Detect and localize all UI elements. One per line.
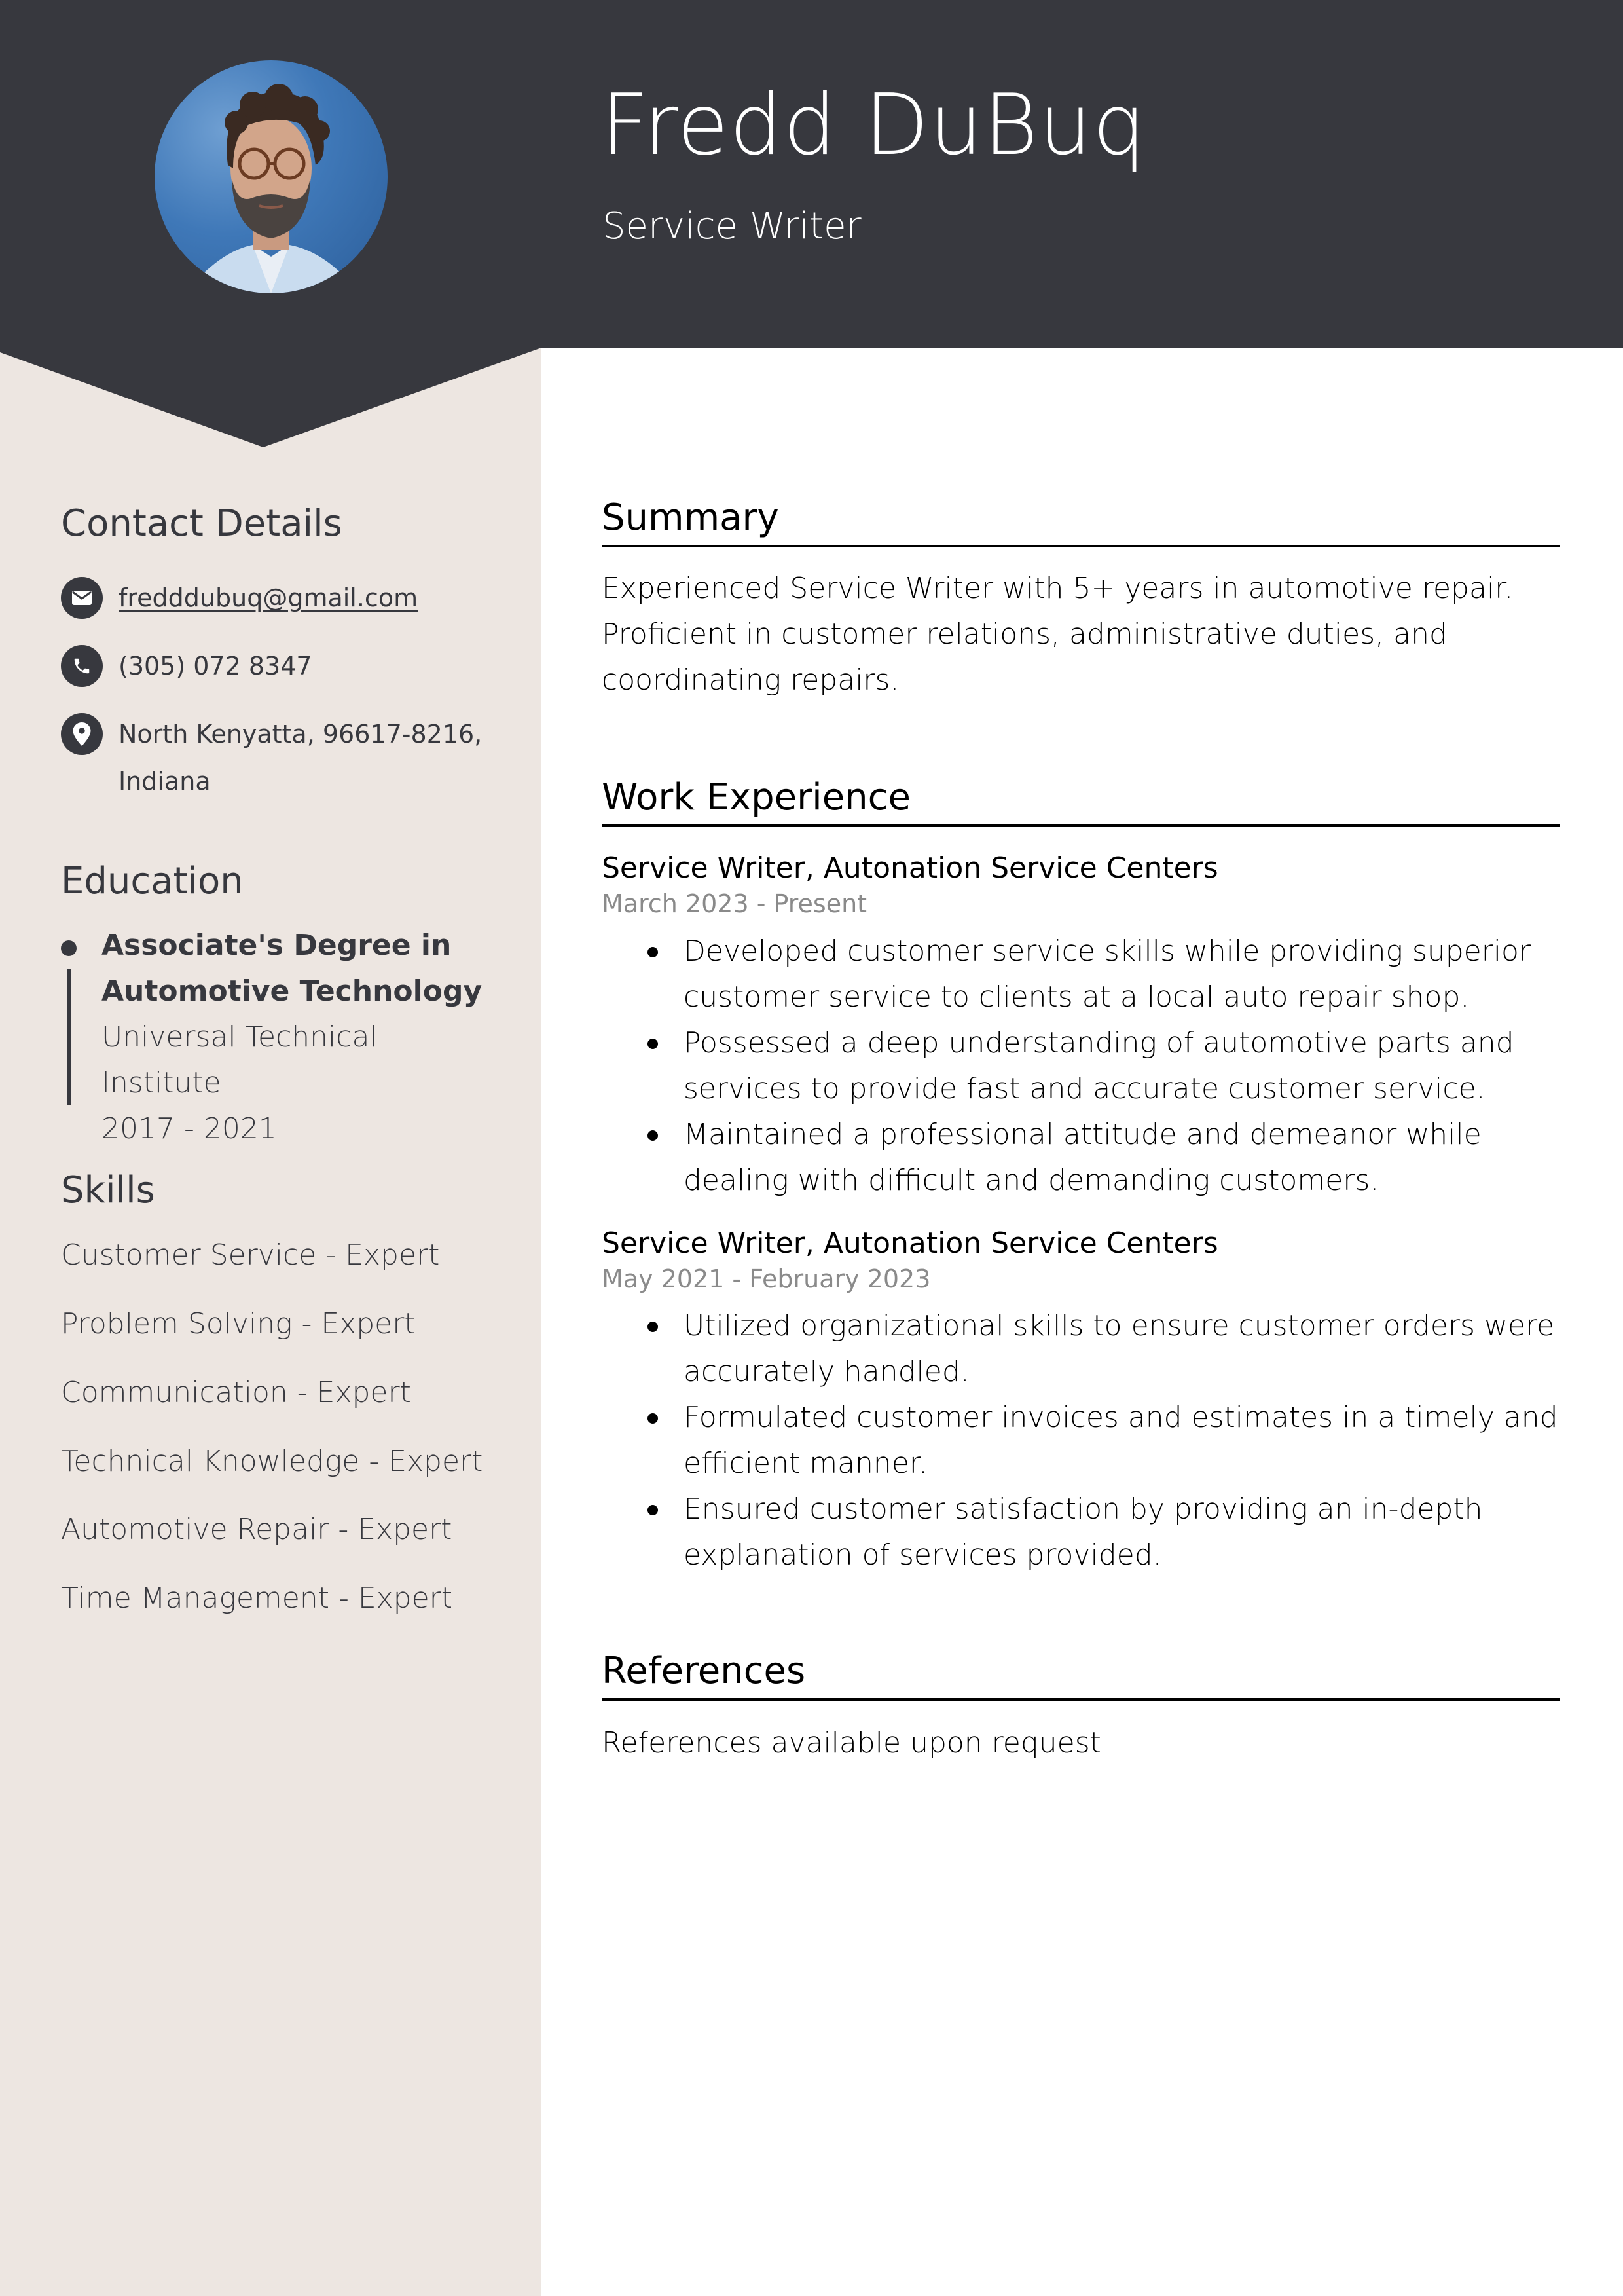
bullet-dot — [647, 1130, 658, 1141]
profile-photo — [155, 60, 388, 293]
envelope-icon — [61, 577, 103, 620]
skill-item: Problem Solving - Expert — [61, 1306, 416, 1341]
skill-item: Technical Knowledge - Expert — [61, 1444, 483, 1478]
bullet-item: Developed customer service skills while … — [602, 929, 1560, 1020]
candidate-name: Fredd DuBuq — [601, 77, 1146, 174]
address-line-1: North Kenyatta, 96617-8216, — [119, 720, 483, 749]
job-bullets: Utilized organizational skills to ensure… — [602, 1303, 1560, 1578]
job-entry: Service Writer, Autonation Service Cente… — [602, 1225, 1560, 1579]
degree-line-2: Automotive Technology — [101, 974, 483, 1009]
summary-section: Summary Experienced Service Writer with … — [602, 495, 1560, 703]
education-section: Education Associate's Degree in Automoti… — [61, 859, 506, 1152]
skill-item: Time Management - Expert — [61, 1582, 453, 1616]
skill-item: Automotive Repair - Expert — [61, 1513, 452, 1547]
contact-address: North Kenyatta, 96617-8216, Indiana — [61, 713, 506, 805]
phone-number: (305) 072 8347 — [119, 652, 312, 681]
skill-item: Communication - Expert — [61, 1375, 411, 1409]
address: North Kenyatta, 96617-8216, Indiana — [119, 711, 482, 805]
work-experience-section: Work Experience Service Writer, Autonati… — [602, 775, 1560, 1578]
bullet-dot — [647, 946, 658, 957]
bullet-item: Possessed a deep understanding of automo… — [602, 1020, 1560, 1112]
skills-heading: Skills — [61, 1169, 155, 1212]
contact-email: fredddubuq@gmail.com — [61, 577, 506, 621]
portrait-illustration — [194, 84, 351, 293]
bullet-text: Utilized organizational skills to ensure… — [684, 1309, 1555, 1389]
job-entry: Service Writer, Autonation Service Cente… — [602, 849, 1560, 1204]
education-years: 2017 - 2021 — [101, 1112, 277, 1146]
work-experience-heading: Work Experience — [602, 775, 1560, 827]
bullet-text: Formulated customer invoices and estimat… — [684, 1401, 1558, 1481]
references-heading: References — [602, 1648, 1560, 1701]
references-section: References References available upon req… — [602, 1648, 1560, 1766]
candidate-title: Service Writer — [602, 205, 862, 248]
job-dates: May 2021 - February 2023 — [602, 1264, 931, 1293]
references-text: References available upon request — [602, 1726, 1101, 1760]
contact-section: Contact Details fredddubuq@gmail.com (30… — [61, 502, 506, 805]
bullet-item: Formulated customer invoices and estimat… — [602, 1395, 1560, 1487]
bullet-text: Developed customer service skills while … — [684, 934, 1531, 1014]
email-link[interactable]: fredddubuq@gmail.com — [119, 574, 418, 621]
degree-line-1: Associate's Degree in — [101, 929, 452, 963]
phone-icon — [61, 645, 103, 688]
skills-section: Skills Customer Service - Expert Problem… — [61, 1168, 506, 1616]
summary-heading: Summary — [602, 495, 1560, 547]
address-line-2: Indiana — [119, 767, 211, 796]
contact-heading: Contact Details — [61, 502, 342, 545]
bullet-text: Ensured customer satisfaction by providi… — [684, 1492, 1483, 1572]
education-item: Associate's Degree in Automotive Technol… — [61, 923, 506, 1152]
education-heading: Education — [61, 860, 244, 902]
school-name: Universal Technical Institute — [101, 1020, 378, 1100]
bullet-text: Possessed a deep understanding of automo… — [684, 1026, 1514, 1105]
job-dates: March 2023 - Present — [602, 889, 867, 919]
bullet-dot — [647, 1038, 658, 1049]
contact-phone: (305) 072 8347 — [61, 645, 506, 690]
bullet-dot — [647, 1505, 658, 1516]
bullet-item: Ensured customer satisfaction by providi… — [602, 1487, 1560, 1578]
bullet-item: Utilized organizational skills to ensure… — [602, 1303, 1560, 1395]
job-title: Service Writer, Autonation Service Cente… — [602, 1226, 1218, 1260]
timeline-dot — [61, 940, 77, 957]
summary-text: Experienced Service Writer with 5+ years… — [602, 572, 1514, 697]
bullet-dot — [647, 1322, 658, 1333]
bullet-text: Maintained a professional attitude and d… — [684, 1117, 1482, 1197]
timeline-line — [67, 969, 71, 1105]
job-bullets: Developed customer service skills while … — [602, 929, 1560, 1204]
bullet-dot — [647, 1413, 658, 1424]
bullet-item: Maintained a professional attitude and d… — [602, 1112, 1560, 1204]
job-title: Service Writer, Autonation Service Cente… — [602, 851, 1218, 885]
skill-item: Customer Service - Expert — [61, 1238, 440, 1272]
header-chevron — [0, 347, 541, 447]
location-pin-icon — [61, 713, 103, 756]
